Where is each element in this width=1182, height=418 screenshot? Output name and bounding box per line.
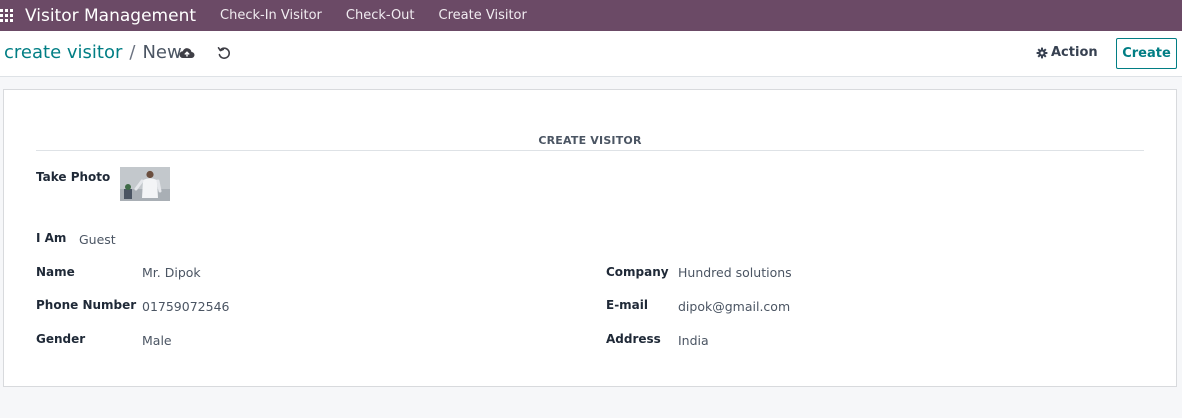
email-field[interactable]: dipok@gmail.com [678,299,790,314]
address-label: Address [606,332,661,346]
gender-label: Gender [36,332,86,346]
phone-field[interactable]: 01759072546 [142,299,229,314]
title-divider [36,150,1144,151]
form-sheet: CREATE VISITOR Take Photo I Am Guest Nam… [3,89,1177,387]
control-panel: create visitor / New Action Create [0,31,1182,77]
breadcrumb-separator: / [129,42,136,63]
breadcrumb-parent[interactable]: create visitor [4,42,122,63]
save-cloud-icon[interactable] [178,44,196,62]
name-field[interactable]: Mr. Dipok [142,265,201,280]
visitor-photo[interactable] [120,167,170,201]
app-brand[interactable]: Visitor Management [25,6,196,26]
form-title: CREATE VISITOR [538,134,642,147]
menu-check-out[interactable]: Check-Out [346,8,415,23]
company-label: Company [606,265,669,279]
breadcrumb: create visitor / New [4,42,182,63]
gender-field[interactable]: Male [142,333,172,348]
create-button[interactable]: Create [1116,38,1177,69]
gear-icon [1036,47,1048,58]
phone-label: Phone Number [36,298,137,312]
menu-create-visitor[interactable]: Create Visitor [439,8,527,23]
i-am-value[interactable]: Guest [79,232,116,247]
action-button[interactable]: Action [1036,45,1098,60]
action-label: Action [1051,45,1098,60]
take-photo-label: Take Photo [36,170,111,184]
menu-check-in-visitor[interactable]: Check-In Visitor [220,8,322,23]
discard-undo-icon[interactable] [215,44,233,62]
email-label: E-mail [606,298,649,312]
address-field[interactable]: India [678,333,709,348]
top-navbar: Visitor Management Check-In Visitor Chec… [0,0,1182,31]
app-grid-icon[interactable] [0,9,14,23]
company-field[interactable]: Hundred solutions [678,265,792,280]
breadcrumb-current: New [142,42,182,63]
name-label: Name [36,265,75,279]
i-am-label: I Am [36,231,67,245]
